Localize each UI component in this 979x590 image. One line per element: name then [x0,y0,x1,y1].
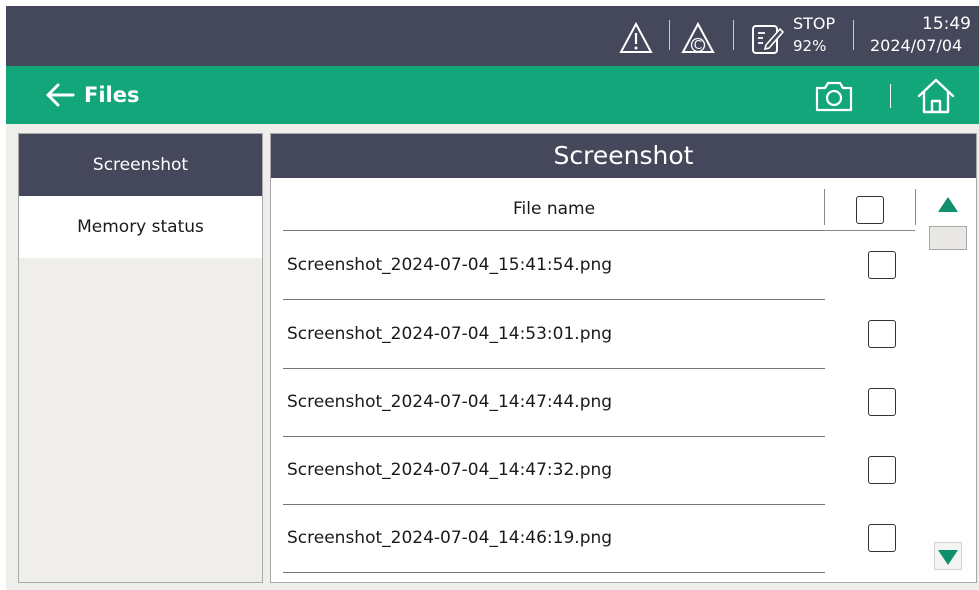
svg-text:C: C [694,38,702,52]
column-divider [824,230,915,231]
select-all-checkbox[interactable] [856,196,884,224]
file-checkbox[interactable] [868,524,896,552]
file-name: Screenshot_2024-07-04_14:46:19.png [287,528,613,548]
column-divider [824,189,825,225]
file-panel: Screenshot File name Screenshot_2024-07-… [270,133,977,583]
scroll-up-arrow-icon[interactable] [934,192,962,220]
panel-title: Screenshot [271,134,976,178]
scrollbar-thumb[interactable] [929,226,967,250]
warning-icon[interactable] [618,20,654,56]
file-checkbox[interactable] [868,388,896,416]
column-divider [915,189,916,225]
scroll-down-arrow-icon[interactable] [934,542,962,570]
progress-percent: 92% [793,37,827,55]
caution-c-icon[interactable]: C [680,20,716,56]
file-name: Screenshot_2024-07-04_14:47:44.png [287,392,613,412]
content-area: Screenshot Memory status Screenshot File… [6,124,979,590]
file-checkbox[interactable] [868,456,896,484]
sidebar: Screenshot Memory status [18,133,263,583]
file-name: Screenshot_2024-07-04_15:41:54.png [287,255,613,275]
camera-icon[interactable] [814,79,854,113]
sidebar-item-memory-status[interactable]: Memory status [19,196,262,258]
title-bar: Files [6,66,979,124]
arrow-left-icon[interactable] [44,81,76,109]
file-row[interactable]: Screenshot_2024-07-04_14:47:44.png [283,368,896,437]
titlebar-divider [890,84,891,108]
run-state: STOP [793,14,836,33]
clock-date: 2024/07/04 [870,36,963,55]
file-checkbox[interactable] [868,251,896,279]
file-row[interactable]: Screenshot_2024-07-04_14:53:01.png [283,300,896,369]
sidebar-item-screenshot[interactable]: Screenshot [19,134,262,196]
edit-document-icon[interactable] [750,20,786,56]
column-header-file-name: File name [283,188,825,231]
file-name: Screenshot_2024-07-04_14:47:32.png [287,460,613,480]
status-divider [853,20,854,50]
file-row[interactable]: Screenshot_2024-07-04_14:47:32.png [283,436,896,505]
file-row[interactable]: Screenshot_2024-07-04_15:41:54.png [283,231,896,300]
file-name: Screenshot_2024-07-04_14:53:01.png [287,324,613,344]
status-divider [733,20,734,50]
file-checkbox[interactable] [868,320,896,348]
home-icon[interactable] [916,77,956,115]
page-title: Files [84,83,140,107]
file-row[interactable]: Screenshot_2024-07-04_14:46:19.png [283,504,896,573]
clock-time: 15:49 [922,14,971,34]
status-divider [669,20,670,50]
status-bar: C STOP 92% 15:49 2024/07/04 [6,6,979,66]
